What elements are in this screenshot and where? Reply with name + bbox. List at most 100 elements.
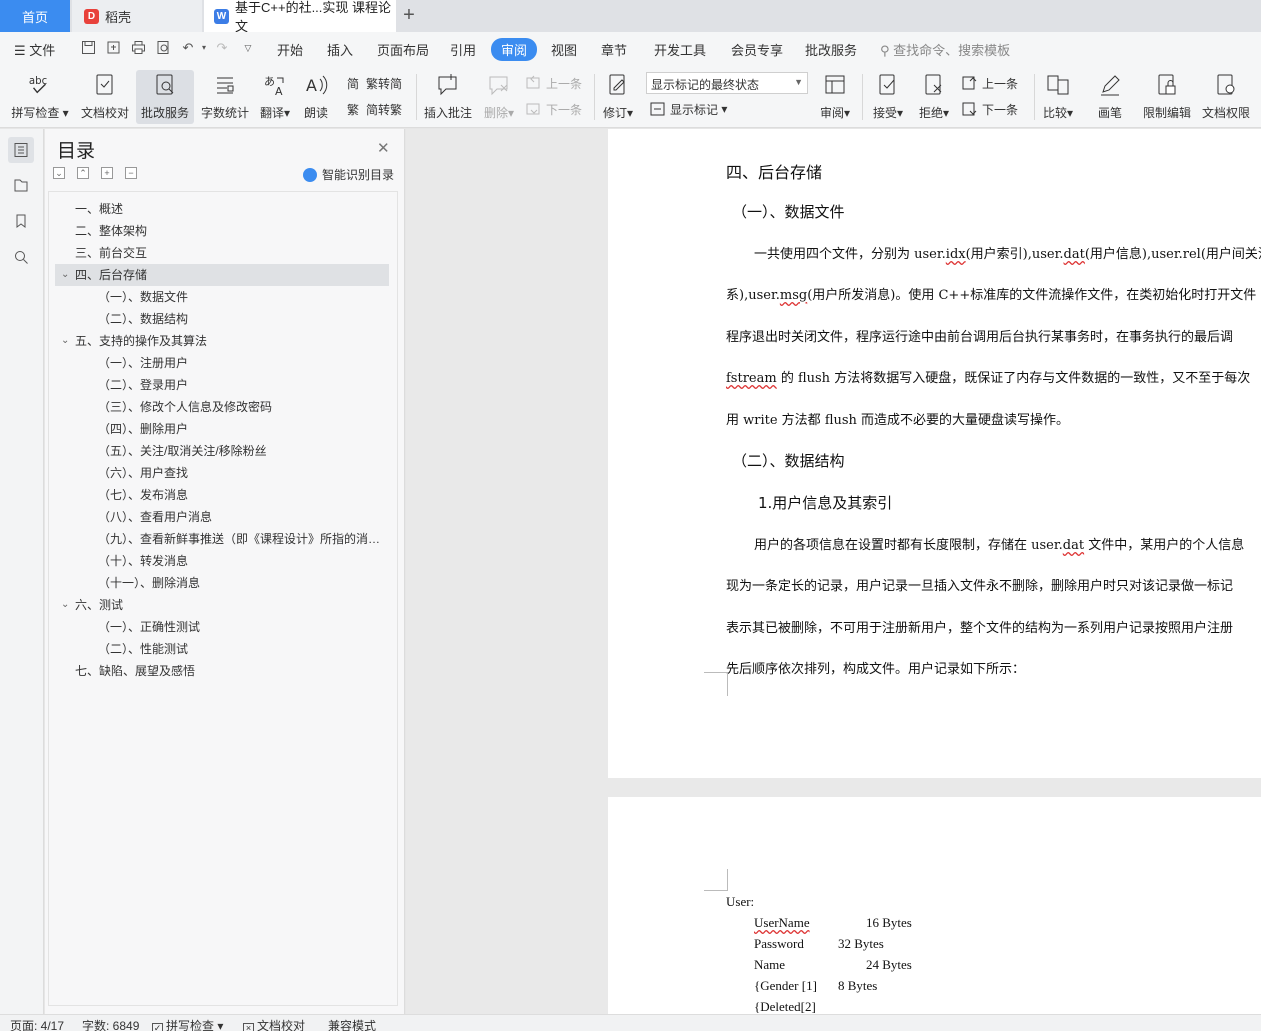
menu-grading-service[interactable]: 批改服务 [805, 40, 857, 59]
prev-comment-button[interactable]: 上一条 [526, 73, 582, 93]
redo-icon[interactable]: ↷ [214, 40, 230, 56]
toc-item[interactable]: （一）、数据文件 [98, 286, 395, 308]
file-menu-button[interactable]: ☰ 文件 [14, 40, 55, 59]
collapse-all-icon[interactable]: ⌄ [53, 167, 65, 179]
next-comment-button[interactable]: 下一条 [526, 99, 582, 119]
menu-page-layout[interactable]: 页面布局 [377, 40, 429, 59]
toc-item[interactable]: 三、前台交互 [75, 242, 395, 264]
paragraph-line: 表示其已被删除，不可用于注册新用户，整个文件的结构为一系列用户记录按照用户注册 [726, 621, 1234, 636]
toc-item[interactable]: （九）、查看新鲜事推送（即《课程设计》所指的消息动态） [98, 528, 388, 550]
spell-check-button[interactable]: abc 拼写检查 ▾ [8, 70, 72, 124]
page-indicator[interactable]: 页面: 4/17 [10, 1017, 64, 1031]
document-permission-button[interactable]: 文档权限 [1198, 70, 1254, 124]
add-level-icon[interactable]: + [101, 167, 113, 179]
toc-item[interactable]: （二）、登录用户 [98, 374, 395, 396]
toc-item[interactable]: （二）、数据结构 [98, 308, 395, 330]
menu-member[interactable]: 会员专享 [731, 40, 783, 59]
read-aloud-button[interactable]: A 朗读 [298, 70, 334, 124]
restrict-editing-button[interactable]: 限制编辑 [1140, 70, 1194, 124]
status-proofread[interactable]: × 文档校对 [243, 1017, 305, 1031]
export-icon[interactable] [105, 40, 121, 56]
undo-dropdown-icon[interactable]: ▾ [196, 40, 212, 56]
toc-item[interactable]: 二、整体架构 [75, 220, 395, 242]
trad-to-simp-button[interactable]: 简繁转简 [346, 73, 402, 93]
toc-item[interactable]: （八）、查看用户消息 [98, 506, 395, 528]
menu-developer[interactable]: 开发工具 [654, 40, 706, 59]
pen-button[interactable]: 画笔 [1090, 70, 1130, 124]
menu-view[interactable]: 视图 [551, 40, 577, 59]
toc-item[interactable]: （十一）、删除消息 [98, 572, 395, 594]
menu-reference[interactable]: 引用 [450, 40, 476, 59]
toc-item[interactable]: （五）、关注/取消关注/移除粉丝 [98, 440, 395, 462]
new-tab-button[interactable]: + [398, 4, 420, 26]
remove-level-icon[interactable]: − [125, 167, 137, 179]
toc-panel: 目录 ✕ ⌄ ⌃ + − 智能识别目录 一、概述 二、整体架构 三、前台交互 ⌄… [45, 129, 405, 1014]
bookmark-icon[interactable] [8, 208, 34, 234]
ribbon-separator [416, 74, 417, 120]
simp-to-trad-button[interactable]: 繁简转繁 [346, 99, 402, 119]
search-icon[interactable] [8, 244, 34, 270]
word-count[interactable]: 字数: 6849 [82, 1017, 139, 1031]
track-changes-button[interactable]: 修订▾ [598, 70, 638, 124]
tab-daoke[interactable]: D 稻壳 [72, 0, 202, 32]
toc-item[interactable]: （六）、用户查找 [98, 462, 395, 484]
toc-panel-icon[interactable] [8, 137, 34, 163]
grading-service-button[interactable]: 批改服务 [136, 70, 194, 124]
print-preview-icon[interactable] [155, 40, 171, 56]
smart-toc-button[interactable]: 智能识别目录 [303, 166, 394, 183]
show-markup-button[interactable]: 显示标记 ▾ [650, 99, 727, 119]
toc-item[interactable]: 一、概述 [75, 198, 395, 220]
menu-insert[interactable]: 插入 [327, 40, 353, 59]
code-line: {Gender [1] [754, 978, 817, 993]
menu-start[interactable]: 开始 [277, 40, 303, 59]
review-pane-button[interactable]: 审阅▾ [815, 70, 855, 124]
chevron-down-icon[interactable]: ⌄ [61, 594, 69, 616]
undo-icon[interactable]: ↶ [180, 40, 196, 56]
prev-change-button[interactable]: 上一条 [962, 73, 1018, 93]
word-count-button[interactable]: 字数统计 [198, 70, 252, 124]
review-pane-icon [823, 72, 847, 98]
checkbox-icon: ✓ [152, 1023, 163, 1031]
tab-document[interactable]: W 基于C++的社...实现 课程论文 [204, 0, 396, 34]
toc-item[interactable]: ⌄ 六、测试 [55, 594, 395, 616]
toc-item[interactable]: （十）、转发消息 [98, 550, 395, 572]
toc-item[interactable]: ⌄ 五、支持的操作及其算法 [55, 330, 395, 352]
menu-review[interactable]: 审阅 [491, 38, 538, 61]
chapter-nav-icon[interactable] [8, 172, 34, 198]
compare-button[interactable]: 比较▾ [1038, 70, 1078, 124]
accept-button[interactable]: 接受▾ [868, 70, 908, 124]
insert-comment-button[interactable]: 插入批注 [422, 70, 474, 124]
toc-item[interactable]: （二）、性能测试 [98, 638, 395, 660]
markup-state-select[interactable]: 显示标记的最终状态 ▼ [646, 72, 808, 94]
close-icon[interactable]: ✕ [377, 139, 390, 157]
delete-comment-button[interactable]: 删除▾ [480, 70, 518, 124]
expand-up-icon[interactable]: ⌃ [77, 167, 89, 179]
trad-simp-icon: 简 [346, 75, 362, 91]
save-icon[interactable] [80, 40, 96, 56]
markup-state-value: 显示标记的最终状态 [651, 78, 760, 92]
customize-toolbar-icon[interactable]: ▽ [240, 40, 256, 56]
toc-item[interactable]: （四）、删除用户 [98, 418, 395, 440]
tab-daoke-label: 稻壳 [105, 9, 132, 25]
toc-item-selected[interactable]: ⌄ 四、后台存储 [55, 264, 389, 286]
toc-item[interactable]: （一）、注册用户 [98, 352, 395, 374]
menu-chapter[interactable]: 章节 [601, 40, 627, 59]
next-change-button[interactable]: 下一条 [962, 99, 1018, 119]
document-page[interactable]: User: UserName 16 Bytes Password 32 Byte… [608, 797, 1261, 1014]
toc-item[interactable]: （七）、发布消息 [98, 484, 395, 506]
toc-item[interactable]: （三）、修改个人信息及修改密码 [98, 396, 395, 418]
translate-button[interactable]: あA 翻译▾ [256, 70, 294, 124]
tab-home[interactable]: 首页 [0, 0, 70, 32]
svg-text:A: A [275, 85, 283, 97]
toc-item[interactable]: （一）、正确性测试 [98, 616, 395, 638]
chevron-down-icon[interactable]: ⌄ [61, 264, 69, 286]
print-icon[interactable] [130, 40, 146, 56]
comment-delete-icon [487, 72, 511, 98]
status-spell-check[interactable]: ✓ 拼写检查 ▾ [152, 1017, 223, 1031]
toc-item[interactable]: 七、缺陷、展望及感悟 [75, 660, 395, 682]
reject-button[interactable]: 拒绝▾ [914, 70, 954, 124]
proofread-button[interactable]: 文档校对 [77, 70, 133, 124]
command-search[interactable]: ⚲ 查找命令、搜索模板 [880, 40, 1010, 59]
document-page[interactable]: 四、后台存储 （一）、数据文件 一共使用四个文件，分别为 user.idx(用户… [608, 129, 1261, 778]
chevron-down-icon[interactable]: ⌄ [61, 330, 69, 352]
